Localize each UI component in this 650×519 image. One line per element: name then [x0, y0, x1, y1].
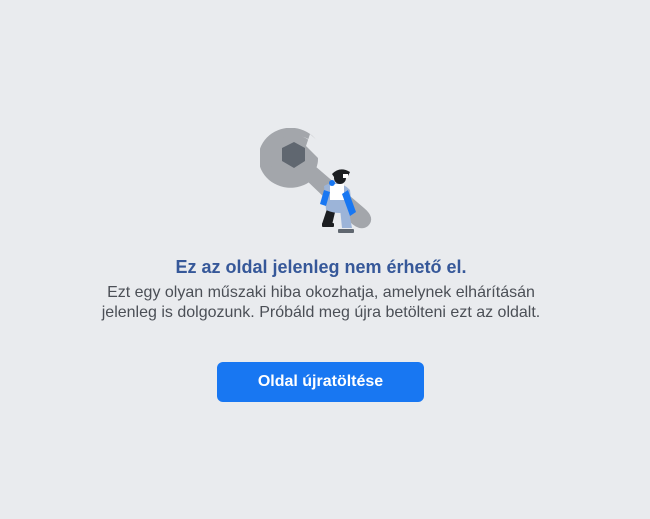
wrench-mechanic-icon: [260, 128, 372, 233]
reload-page-button[interactable]: Oldal újratöltése: [217, 362, 424, 402]
error-title: Ez az oldal jelenleg nem érhető el.: [175, 257, 467, 277]
error-description: Ezt egy olyan műszaki hiba okozhatja, am…: [101, 284, 541, 321]
error-page: Ez az oldal jelenleg nem érhető el. Ezt …: [0, 0, 650, 519]
